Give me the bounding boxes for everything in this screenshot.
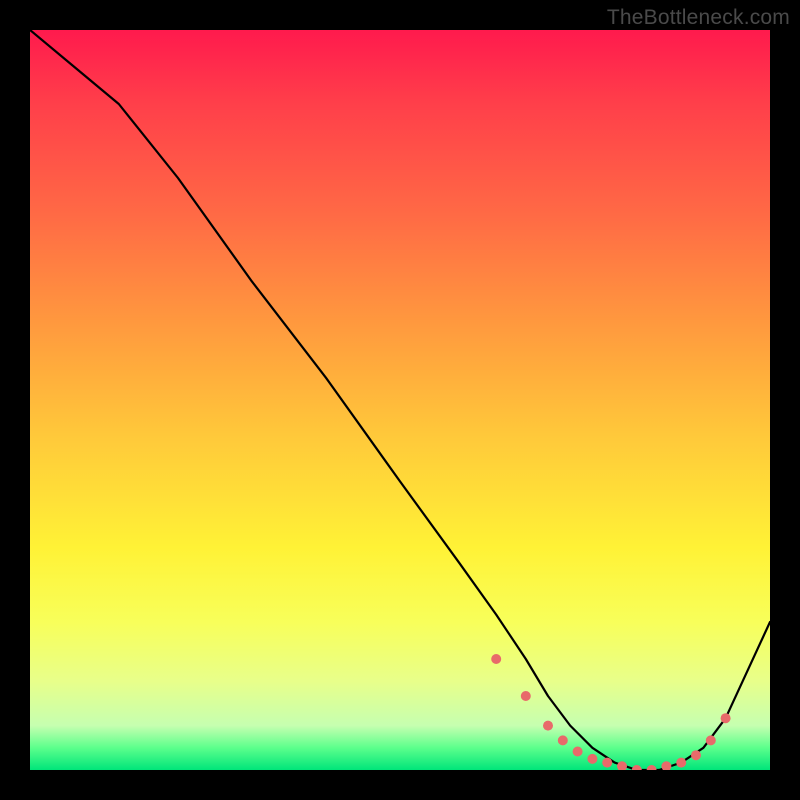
data-marker bbox=[587, 754, 597, 764]
chart-frame bbox=[30, 30, 770, 770]
data-marker bbox=[602, 758, 612, 768]
data-marker bbox=[521, 691, 531, 701]
data-marker bbox=[543, 721, 553, 731]
marker-group bbox=[491, 654, 730, 770]
chart-svg bbox=[30, 30, 770, 770]
data-marker bbox=[491, 654, 501, 664]
data-marker bbox=[691, 750, 701, 760]
watermark-text: TheBottleneck.com bbox=[607, 6, 790, 30]
data-marker bbox=[721, 713, 731, 723]
data-marker bbox=[617, 761, 627, 770]
data-marker bbox=[558, 735, 568, 745]
data-marker bbox=[661, 761, 671, 770]
data-marker bbox=[632, 765, 642, 770]
data-marker bbox=[706, 735, 716, 745]
data-marker bbox=[676, 758, 686, 768]
data-marker bbox=[573, 747, 583, 757]
data-marker bbox=[647, 765, 657, 770]
bottleneck-curve-path bbox=[30, 30, 770, 770]
